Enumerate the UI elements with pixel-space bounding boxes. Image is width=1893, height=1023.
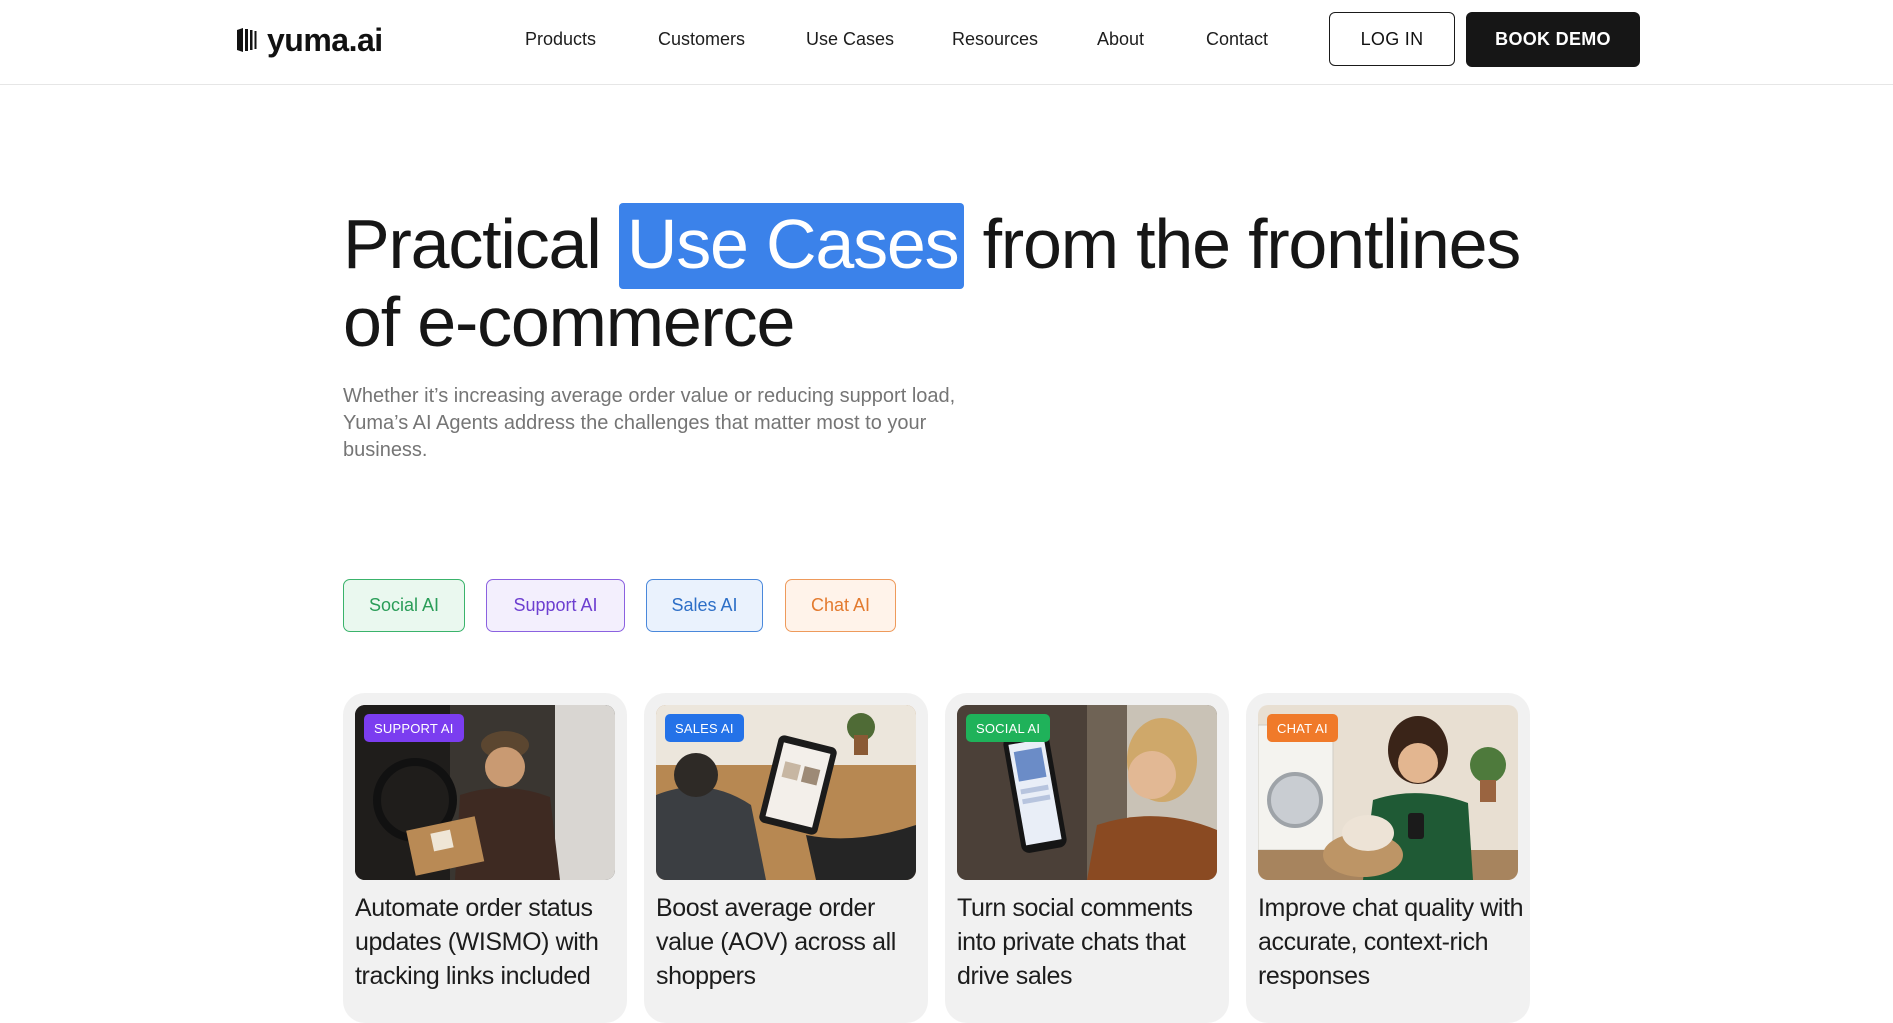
use-case-card-support[interactable]: SUPPORT AI Automate order status updates… xyxy=(343,693,627,1023)
hero-subtitle: Whether it’s increasing average order va… xyxy=(343,385,956,461)
filter-support-ai[interactable]: Support AI xyxy=(486,579,625,632)
use-case-card-social[interactable]: SOCIAL AI Turn social comments into priv… xyxy=(945,693,1229,1023)
hero-title-highlight: Use Cases xyxy=(618,203,965,289)
hero-title: Practical Use Cases from the frontlines … xyxy=(343,203,1573,361)
logo-mark-icon xyxy=(237,28,257,52)
card-title[interactable]: Improve chat quality with accurate, cont… xyxy=(1258,891,1526,993)
card-title[interactable]: Automate order status updates (WISMO) wi… xyxy=(355,891,623,993)
hero-title-start: Practical xyxy=(343,205,619,283)
logo-text: yuma.ai xyxy=(267,21,383,58)
nav-about[interactable]: About xyxy=(1097,29,1144,50)
card-image-delivery: SUPPORT AI xyxy=(355,705,615,880)
filter-chat-ai[interactable]: Chat AI xyxy=(785,579,896,632)
use-case-card-sales[interactable]: SALES AI Boost average order value (AOV)… xyxy=(644,693,928,1023)
badge-sales-ai: SALES AI xyxy=(665,714,744,742)
badge-support-ai: SUPPORT AI xyxy=(364,714,464,742)
filter-sales-ai[interactable]: Sales AI xyxy=(646,579,763,632)
login-button[interactable]: LOG IN xyxy=(1329,12,1455,66)
site-header: yuma.ai Products Customers Use Cases Res… xyxy=(0,0,1893,85)
book-demo-button[interactable]: BOOK DEMO xyxy=(1466,12,1640,67)
filter-social-ai[interactable]: Social AI xyxy=(343,579,465,632)
nav-contact[interactable]: Contact xyxy=(1206,29,1268,50)
nav-customers[interactable]: Customers xyxy=(658,29,745,50)
card-image-phone: SOCIAL AI xyxy=(957,705,1217,880)
use-case-card-chat[interactable]: CHAT AI Improve chat quality with accura… xyxy=(1246,693,1530,1023)
nav-use-cases[interactable]: Use Cases xyxy=(806,29,894,50)
nav-products[interactable]: Products xyxy=(525,29,596,50)
badge-chat-ai: CHAT AI xyxy=(1267,714,1338,742)
card-title[interactable]: Boost average order value (AOV) across a… xyxy=(656,891,924,993)
nav-resources[interactable]: Resources xyxy=(952,29,1038,50)
logo[interactable]: yuma.ai xyxy=(235,20,383,60)
card-image-tablet: SALES AI xyxy=(656,705,916,880)
card-image-laundry: CHAT AI xyxy=(1258,705,1518,880)
card-title[interactable]: Turn social comments into private chats … xyxy=(957,891,1225,993)
badge-social-ai: SOCIAL AI xyxy=(966,714,1051,742)
